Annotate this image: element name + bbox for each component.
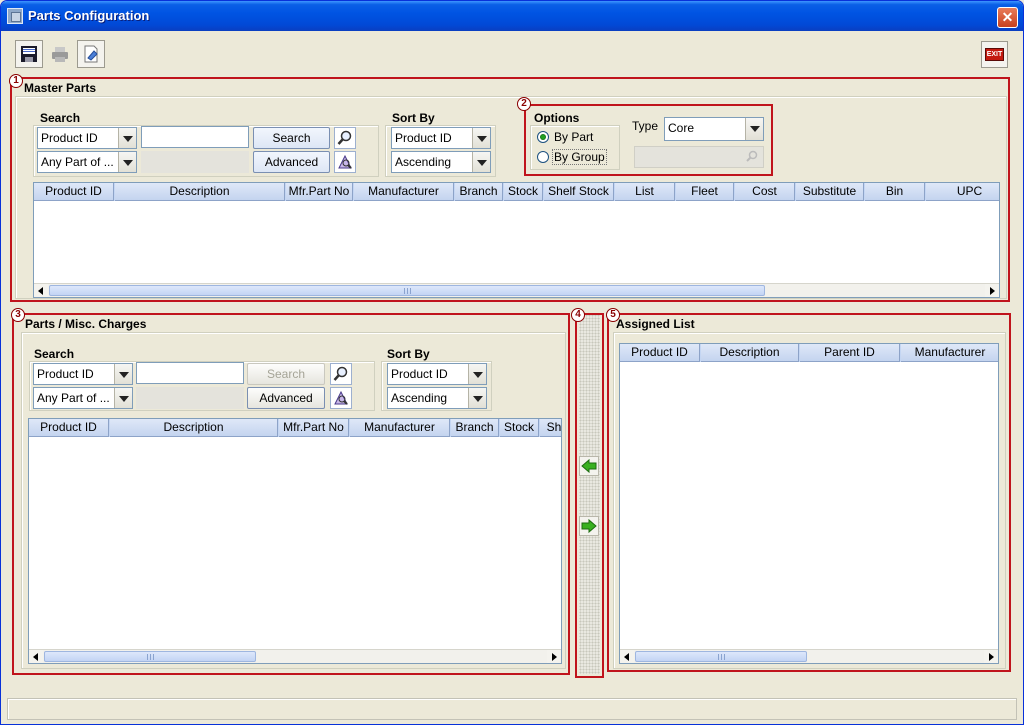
annotation-badge: 4 bbox=[571, 308, 585, 322]
annotation-badge: 2 bbox=[517, 97, 531, 111]
annotation-box-5 bbox=[607, 313, 1011, 672]
eraser-document-icon bbox=[84, 45, 98, 63]
window: Parts Configuration ✕ EXIT Master Parts … bbox=[0, 0, 1024, 725]
print-button[interactable] bbox=[46, 40, 74, 68]
exit-button[interactable]: EXIT bbox=[981, 41, 1008, 68]
annotation-box-4 bbox=[575, 313, 604, 678]
clear-button[interactable] bbox=[77, 40, 105, 68]
save-button[interactable] bbox=[15, 40, 43, 68]
annotation-box-3 bbox=[12, 313, 570, 675]
title-bar: Parts Configuration ✕ bbox=[1, 1, 1023, 31]
app-icon bbox=[7, 8, 23, 24]
status-bar bbox=[7, 698, 1017, 720]
annotation-badge: 5 bbox=[606, 308, 620, 322]
exit-icon: EXIT bbox=[985, 48, 1004, 61]
annotation-badge: 1 bbox=[9, 74, 23, 88]
annotation-badge: 3 bbox=[11, 308, 25, 322]
save-disk-icon bbox=[21, 46, 37, 62]
window-title: Parts Configuration bbox=[28, 8, 150, 23]
annotation-box-2 bbox=[524, 104, 773, 176]
printer-icon bbox=[52, 47, 68, 62]
annotation-box-1 bbox=[10, 77, 1010, 302]
close-button[interactable]: ✕ bbox=[997, 7, 1018, 28]
